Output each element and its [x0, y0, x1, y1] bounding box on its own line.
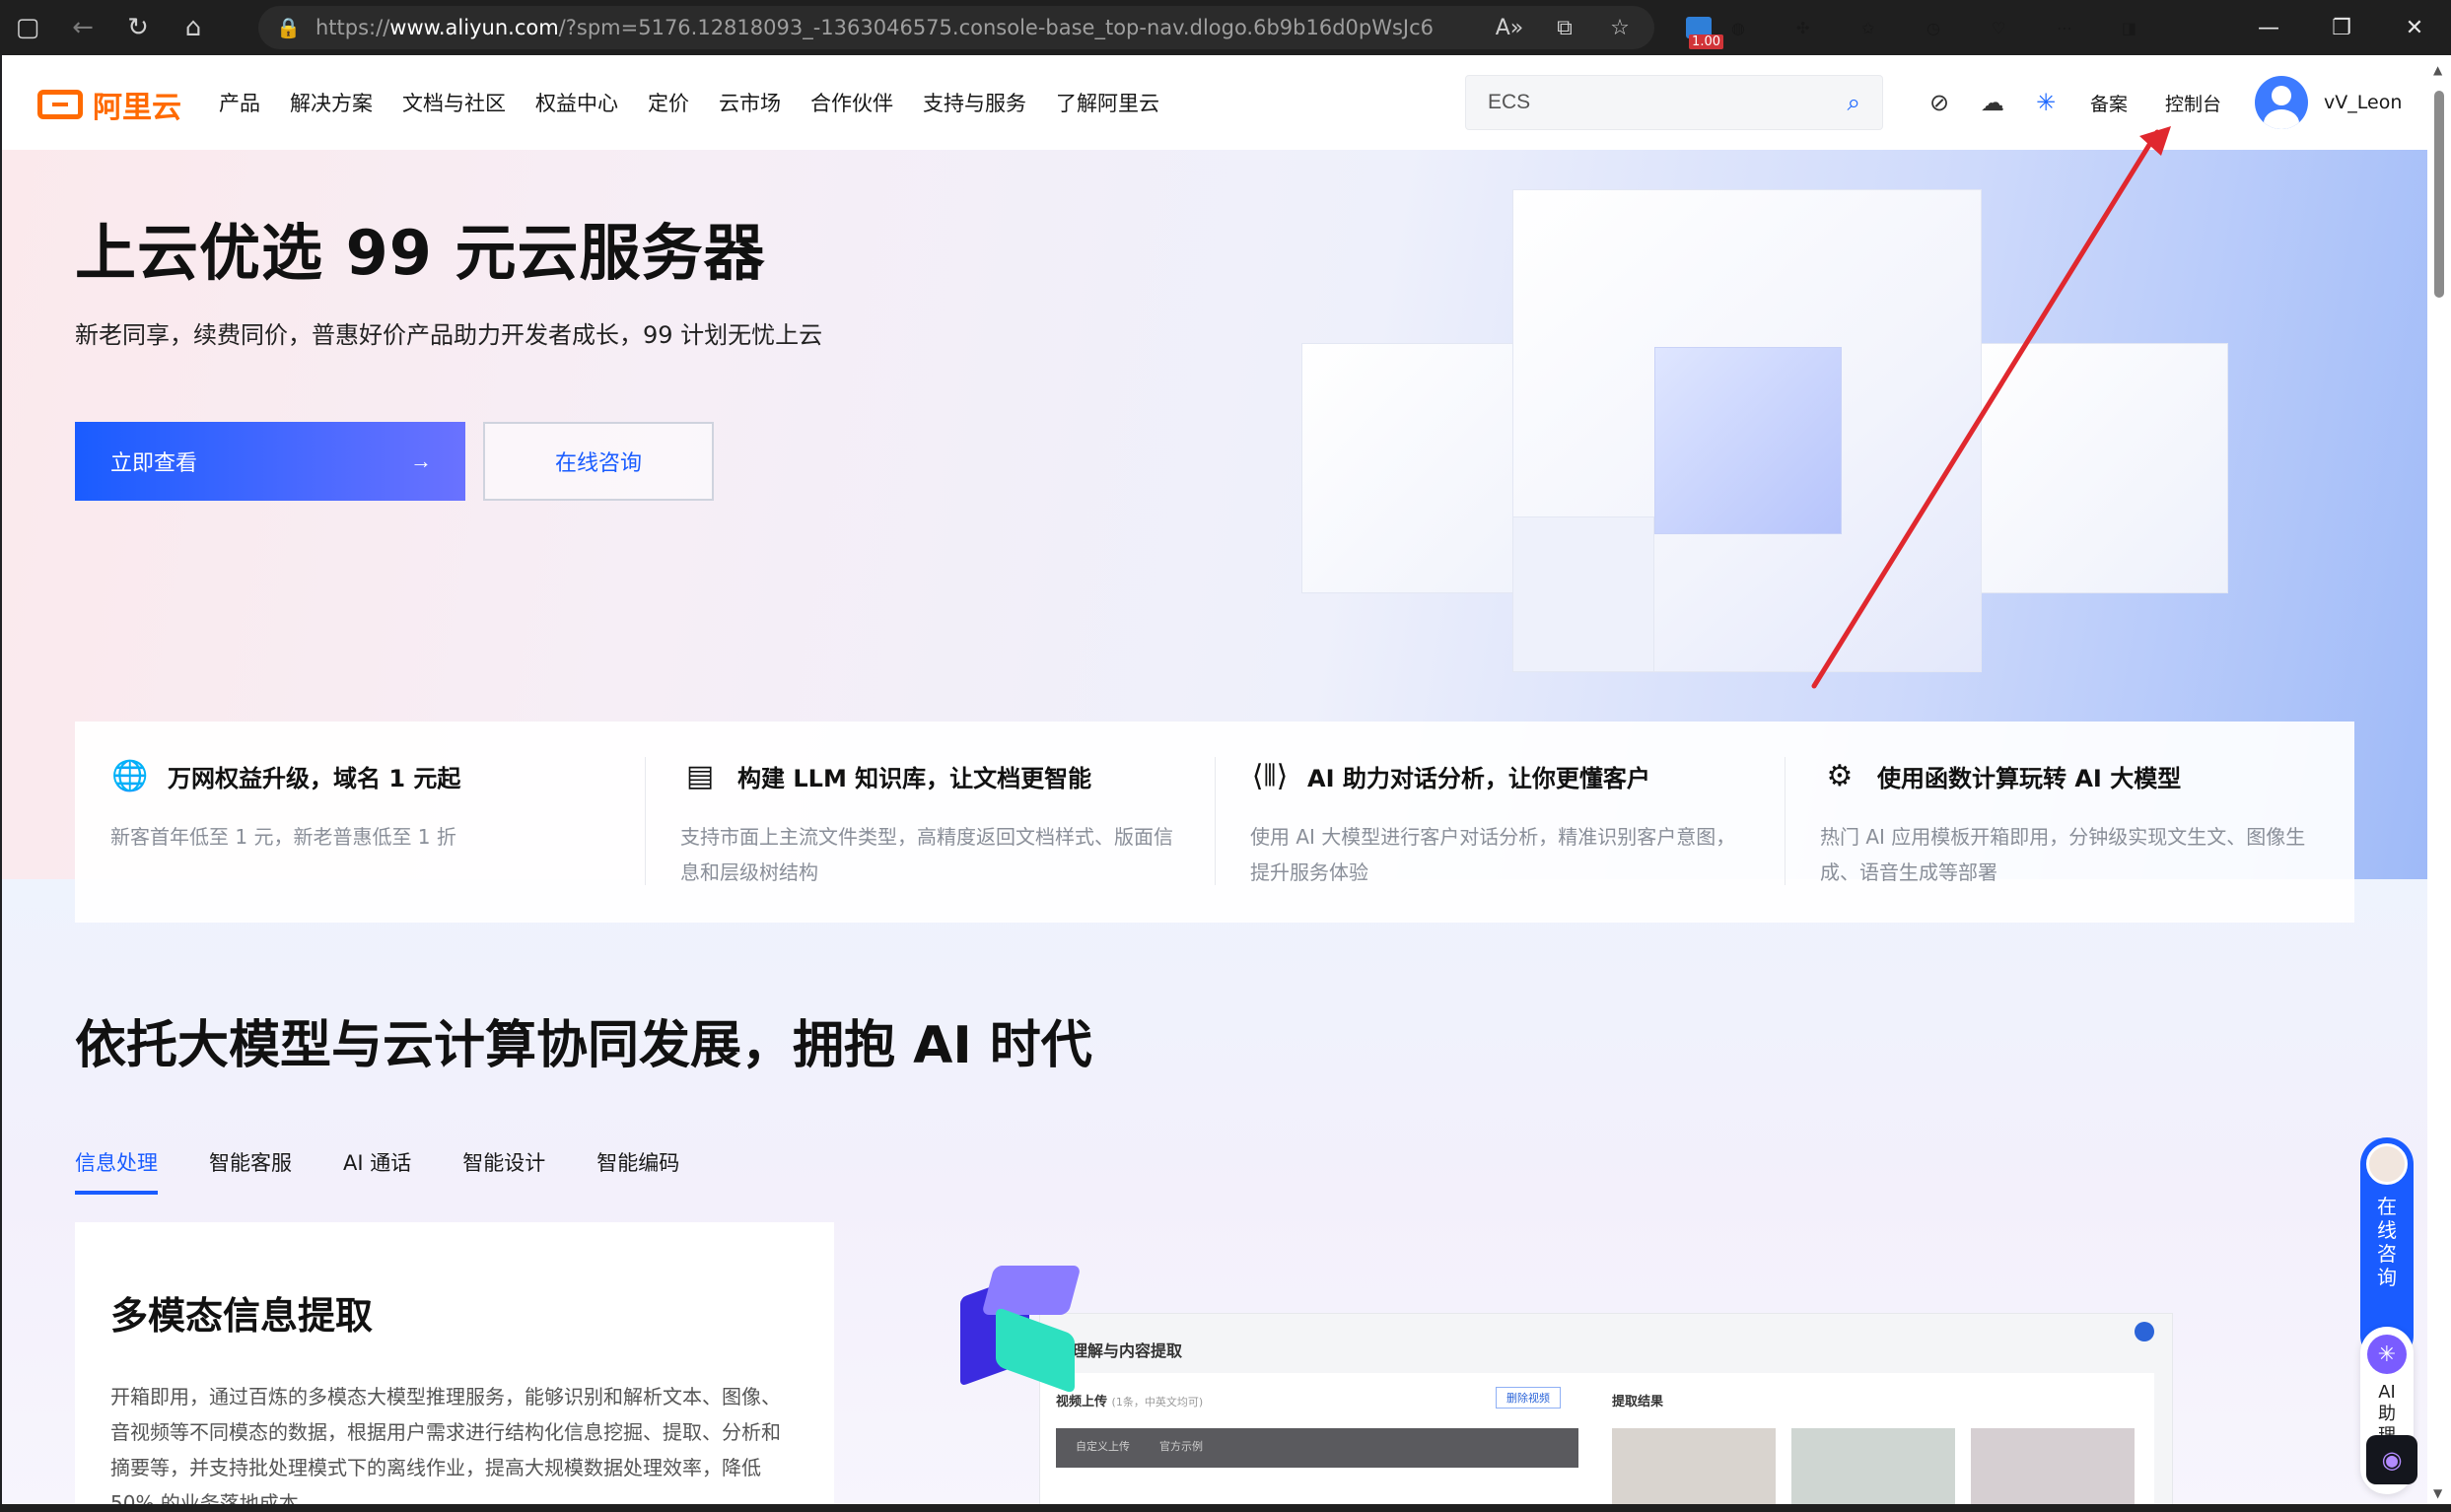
globe-icon: 🌐 — [111, 759, 149, 793]
back-icon[interactable]: ← — [55, 0, 110, 55]
info-card-title: 多模态信息提取 — [110, 1294, 374, 1338]
scroll-up-icon[interactable]: ▲ — [2433, 63, 2442, 77]
nav-link-support[interactable]: 支持与服务 — [923, 88, 1026, 117]
product-preview: 视频理解与内容提取 视频上传 (1条，中英文均可) 删除视频 提取结果 自定义上… — [1039, 1313, 2173, 1504]
extension-badge-icon[interactable]: 1.00 — [1666, 0, 1731, 55]
delete-video-button[interactable]: 删除视频 — [1496, 1387, 1561, 1409]
section-title: 依托大模型与云计算协同发展，拥抱 AI 时代 — [75, 1016, 1092, 1075]
result-thumbnail — [1612, 1428, 1776, 1504]
tab-info-processing[interactable]: 信息处理 — [75, 1147, 158, 1195]
home-icon[interactable]: ⌂ — [166, 0, 221, 55]
nav-link-about[interactable]: 了解阿里云 — [1056, 88, 1159, 117]
favorites-icon[interactable]: ✩ — [1861, 19, 1926, 37]
view-now-button[interactable]: 立即查看 → — [75, 422, 465, 501]
app-available-icon[interactable]: ⧉ — [1542, 16, 1587, 40]
hero-subtitle: 新老同享，续费同价，普惠好价产品助力开发者成长，99 计划无忧上云 — [75, 321, 823, 349]
site-header: 阿里云 产品 解决方案 文档与社区 权益中心 定价 云市场 合作伙伴 支持与服务… — [2, 55, 2427, 150]
feature-cards: 🌐 万网权益升级，域名 1 元起 新客首年低至 1 元，新老普惠低至 1 折 ▤… — [75, 722, 2354, 923]
page-viewport: 阿里云 产品 解决方案 文档与社区 权益中心 定价 云市场 合作伙伴 支持与服务… — [2, 55, 2427, 1504]
scroll-down-icon[interactable]: ▼ — [2433, 1486, 2442, 1500]
search-box: ⌕ — [1465, 75, 1883, 130]
health-icon[interactable]: ♡ — [1992, 19, 2057, 37]
beian-link[interactable]: 备案 — [2090, 90, 2128, 116]
favorite-star-icon[interactable]: ☆ — [1597, 16, 1643, 40]
hero-title: 上云优选 99 元云服务器 — [75, 217, 766, 289]
result-thumbnail — [1791, 1428, 1955, 1504]
nav-link-solutions[interactable]: 解决方案 — [290, 88, 373, 117]
voice-wave-icon: ⟨⦀⟩ — [1251, 759, 1289, 793]
search-icon[interactable]: ⌕ — [1848, 89, 1860, 116]
aliyun-logo-icon — [37, 90, 83, 119]
compass-icon[interactable]: ⊘ — [1913, 89, 1966, 116]
info-card-desc: 开箱即用，通过百炼的多模态大模型推理服务，能够识别和解析文本、图像、音视频等不同… — [110, 1385, 781, 1504]
ai-doc-icon: ▤ — [685, 759, 715, 793]
copilot-icon[interactable]: ◉ — [2366, 1435, 2417, 1484]
nav-link-products[interactable]: 产品 — [219, 88, 260, 117]
feature-card-domain[interactable]: 🌐 万网权益升级，域名 1 元起 新客首年低至 1 元，新老普惠低至 1 折 — [75, 722, 645, 923]
scroll-thumb[interactable] — [2434, 91, 2444, 298]
info-card: 多模态信息提取 开箱即用，通过百炼的多模态大模型推理服务，能够识别和解析文本、图… — [75, 1222, 834, 1504]
console-link[interactable]: 控制台 — [2165, 90, 2221, 116]
url-text[interactable]: https://www.aliyun.com/?spm=5176.1281809… — [315, 16, 1487, 39]
nav-link-marketplace[interactable]: 云市场 — [719, 88, 781, 117]
username[interactable]: vV_Leon — [2324, 92, 2402, 113]
tab-actions-icon[interactable]: ▢ — [0, 0, 55, 55]
history-icon[interactable]: ◷ — [1926, 19, 1992, 37]
more-icon[interactable]: ⋯ — [2057, 19, 2122, 37]
nav-link-pricing[interactable]: 定价 — [648, 88, 689, 117]
tab-smart-service[interactable]: 智能客服 — [209, 1147, 292, 1195]
extension-icon[interactable]: ◍ — [1731, 19, 1796, 37]
tab-smart-design[interactable]: 智能设计 — [462, 1147, 545, 1195]
bailian-cube-icon — [960, 1266, 1082, 1395]
refresh-icon[interactable]: ↻ — [110, 0, 166, 55]
extensions-puzzle-icon[interactable]: ✣ — [1796, 19, 1861, 37]
lock-icon[interactable]: 🔒 — [276, 16, 315, 39]
sidebar-icon[interactable]: ◨ — [2122, 19, 2187, 37]
solution-tabs: 信息处理 智能客服 AI 通话 智能设计 智能编码 — [75, 1147, 679, 1195]
search-input[interactable] — [1488, 91, 1848, 114]
cloud-service-icon[interactable]: ☁ — [1966, 89, 2019, 116]
ai-assistant-icon[interactable]: ✳ — [2019, 89, 2072, 116]
arrow-right-icon: → — [410, 448, 432, 473]
custom-upload-tab[interactable]: 自定义上传 — [1076, 1438, 1130, 1458]
avatar[interactable] — [2255, 76, 2309, 129]
main-nav: 产品 解决方案 文档与社区 权益中心 定价 云市场 合作伙伴 支持与服务 了解阿… — [219, 55, 1159, 150]
read-aloud-icon[interactable]: A» — [1487, 16, 1532, 40]
feature-card-fc[interactable]: ⚙ 使用函数计算玩转 AI 大模型 热门 AI 应用模板开箱即用，分钟级实现文生… — [1785, 722, 2354, 923]
result-thumbnail — [1971, 1428, 2135, 1504]
address-bar[interactable]: 🔒 https://www.aliyun.com/?spm=5176.12818… — [258, 6, 1654, 49]
online-consult-button[interactable]: 在线咨询 — [483, 422, 714, 501]
nav-link-partners[interactable]: 合作伙伴 — [810, 88, 893, 117]
feature-card-dialog[interactable]: ⟨⦀⟩ AI 助力对话分析，让你更懂客户 使用 AI 大模型进行客户对话分析，精… — [1215, 722, 1785, 923]
agent-avatar — [2366, 1143, 2408, 1185]
ai-spark-icon: ✳ — [2367, 1335, 2407, 1374]
minimize-icon[interactable]: — — [2232, 0, 2305, 55]
hero-illustration — [1301, 189, 2228, 741]
aliyun-logo[interactable]: 阿里云 — [37, 83, 181, 126]
bot-icon — [2135, 1322, 2154, 1341]
nav-link-benefits[interactable]: 权益中心 — [535, 88, 618, 117]
official-sample-tab[interactable]: 官方示例 — [1159, 1438, 1203, 1458]
tab-ai-call[interactable]: AI 通话 — [343, 1147, 411, 1195]
tab-smart-coding[interactable]: 智能编码 — [596, 1147, 679, 1195]
nav-link-docs[interactable]: 文档与社区 — [402, 88, 506, 117]
page-scrollbar[interactable]: ▲ ▼ — [2427, 55, 2451, 1504]
upload-bar: 自定义上传 官方示例 — [1056, 1428, 1578, 1468]
function-compute-icon: ⚙ — [1826, 759, 1854, 793]
restore-icon[interactable]: ❐ — [2305, 0, 2378, 55]
feature-card-llm[interactable]: ▤ 构建 LLM 知识库，让文档更智能 支持市面上主流文件类型，高精度返回文档样… — [645, 722, 1215, 923]
close-icon[interactable]: ✕ — [2378, 0, 2451, 55]
